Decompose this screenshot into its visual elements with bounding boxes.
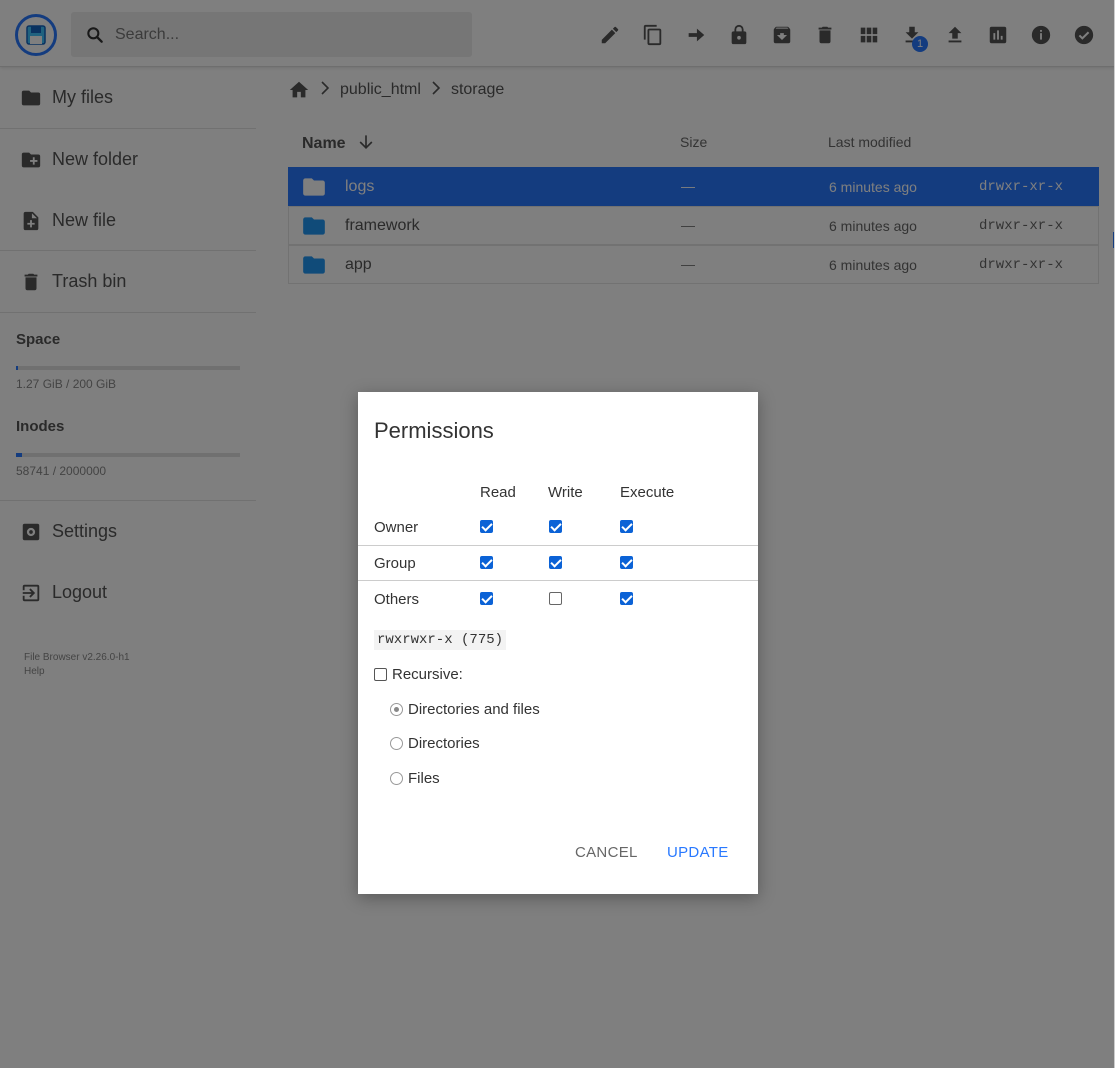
group-write-checkbox[interactable] — [549, 556, 562, 569]
radio-directories-and-files[interactable]: Directories and files — [390, 701, 540, 718]
column-header-read: Read — [480, 484, 516, 501]
dialog-title: Permissions — [374, 418, 494, 443]
row-label: Group — [374, 555, 416, 572]
recursive-option[interactable]: Recursive: — [374, 666, 463, 683]
others-write-checkbox[interactable] — [549, 592, 562, 605]
recursive-checkbox[interactable] — [374, 668, 387, 681]
group-execute-checkbox[interactable] — [620, 556, 633, 569]
radio-directories[interactable]: Directories — [390, 735, 480, 752]
group-read-checkbox[interactable] — [480, 556, 493, 569]
update-button[interactable]: UPDATE — [667, 844, 729, 861]
permission-row-group: Group — [358, 545, 758, 580]
column-header-write: Write — [548, 484, 583, 501]
radio-files[interactable]: Files — [390, 770, 440, 787]
radio-button[interactable] — [390, 737, 403, 750]
column-header-execute: Execute — [620, 484, 675, 501]
others-execute-checkbox[interactable] — [620, 592, 633, 605]
cancel-button[interactable]: CANCEL — [575, 844, 638, 861]
row-label: Owner — [374, 519, 419, 536]
permission-row-others: Others — [358, 580, 758, 615]
recursive-label: Recursive: — [392, 666, 463, 683]
radio-button[interactable] — [390, 772, 403, 785]
others-read-checkbox[interactable] — [480, 592, 493, 605]
radio-button[interactable] — [390, 703, 403, 716]
radio-label: Directories and files — [408, 701, 540, 718]
owner-read-checkbox[interactable] — [480, 520, 493, 533]
permission-row-owner: Owner — [358, 510, 758, 545]
row-label: Others — [374, 591, 420, 608]
permissions-dialog: Permissions Read Write Execute Owner Gro… — [358, 392, 758, 894]
radio-label: Files — [408, 770, 440, 787]
radio-label: Directories — [408, 735, 480, 752]
owner-write-checkbox[interactable] — [549, 520, 562, 533]
owner-execute-checkbox[interactable] — [620, 520, 633, 533]
permission-string: rwxrwxr-x (775) — [374, 630, 507, 650]
